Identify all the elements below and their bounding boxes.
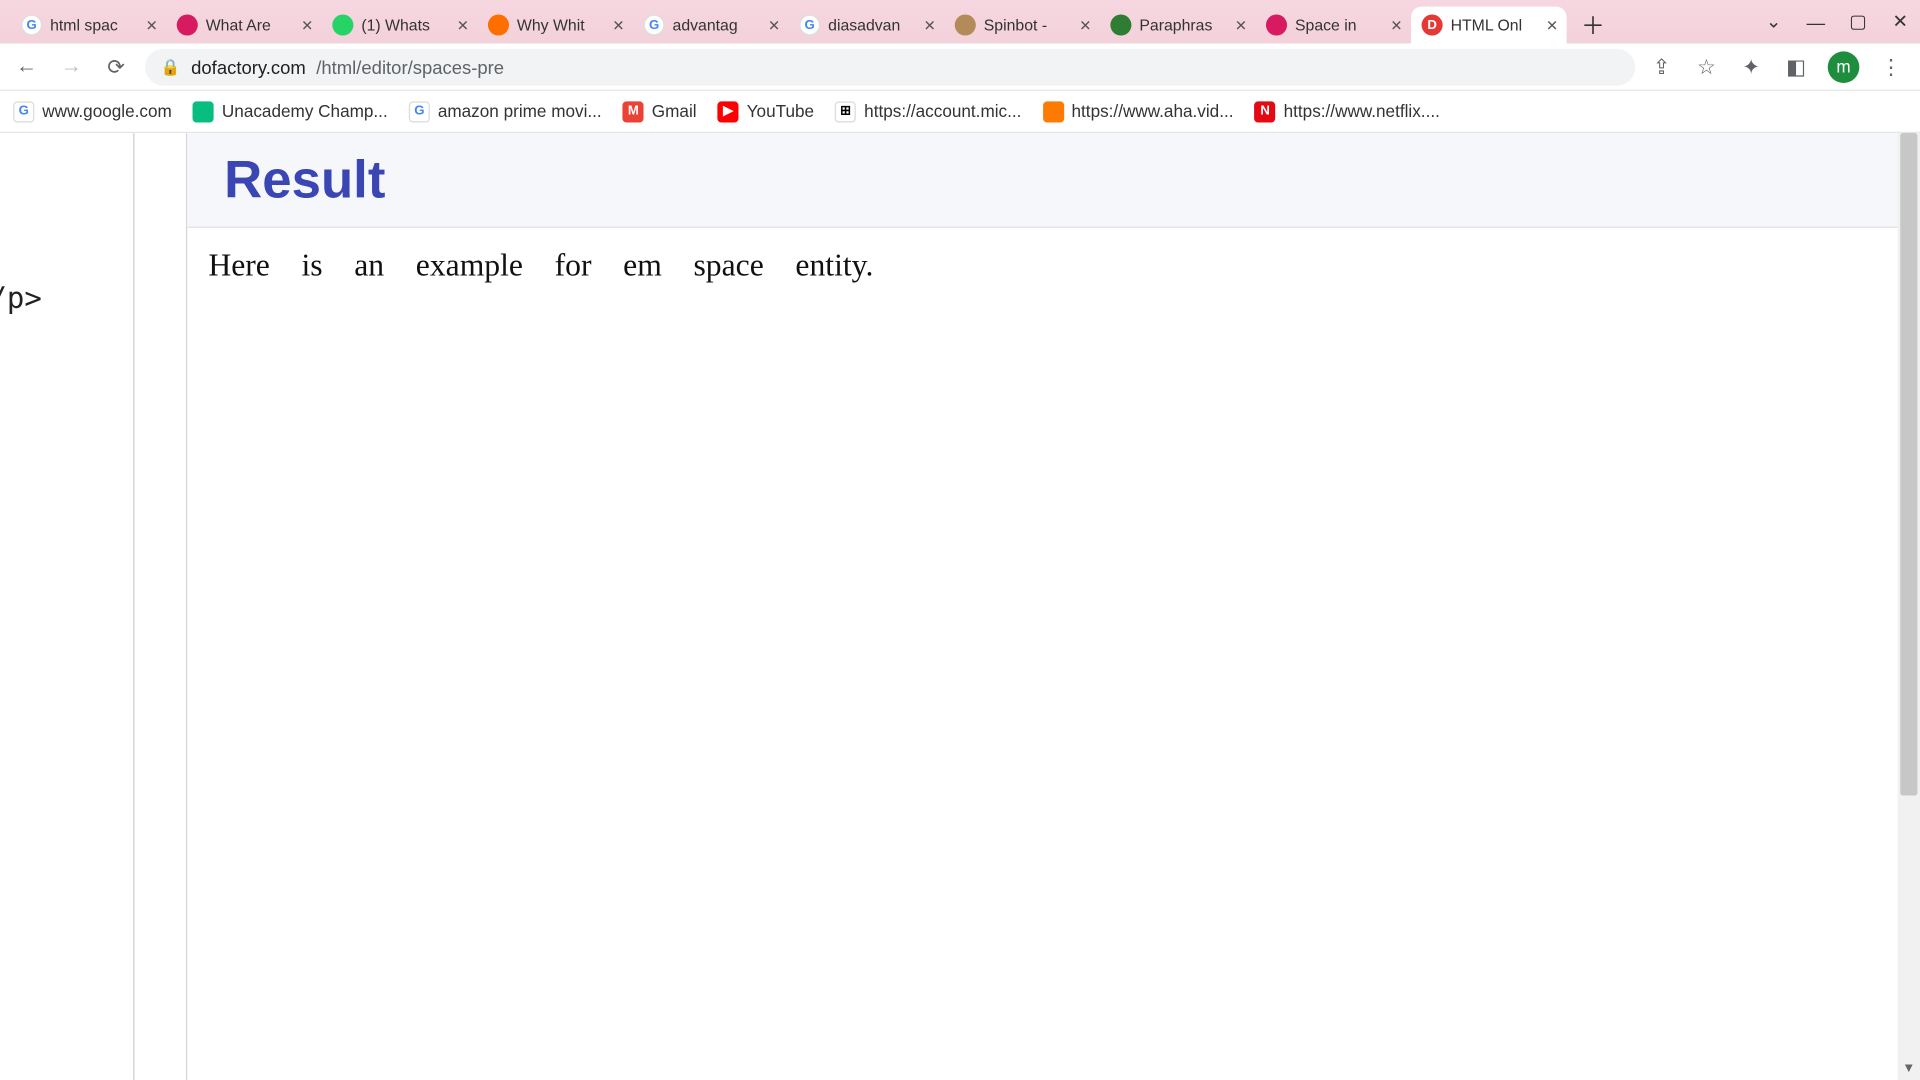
- bookmark-label: https://account.mic...: [864, 101, 1021, 121]
- bookmark-amazon-prime[interactable]: Gamazon prime movi...: [409, 101, 602, 122]
- result-header-wrap: Result: [187, 133, 1920, 228]
- new-tab-button[interactable]: ＋: [1575, 7, 1612, 44]
- tab-title: html spac: [50, 16, 140, 34]
- tab-1[interactable]: What Are ✕: [166, 7, 322, 44]
- scroll-down-icon[interactable]: ▼: [1898, 1058, 1920, 1080]
- lock-icon: 🔒: [161, 57, 181, 75]
- tab-title: Paraphras: [1139, 16, 1229, 34]
- bookmark-label: YouTube: [747, 101, 814, 121]
- back-button[interactable]: ←: [11, 51, 43, 83]
- bookmark-label: amazon prime movi...: [438, 101, 602, 121]
- bookmark-label: https://www.netflix....: [1284, 101, 1440, 121]
- bookmark-label: www.google.com: [42, 101, 172, 121]
- bookmark-label: Gmail: [652, 101, 697, 121]
- page-content: /p> Result Here is an example for em spa…: [0, 133, 1920, 1080]
- tab-close-icon[interactable]: ✕: [1232, 16, 1250, 34]
- editor-pane[interactable]: /p>: [0, 133, 133, 1080]
- browser-toolbar: ← → ⟳ 🔒 dofactory.com/html/editor/spaces…: [0, 43, 1920, 90]
- tab-8[interactable]: Space in ✕: [1255, 7, 1411, 44]
- code-fragment: /p>: [0, 283, 42, 316]
- favicon: G: [799, 14, 820, 35]
- bookmark-aha[interactable]: https://www.aha.vid...: [1042, 101, 1233, 122]
- bookmark-gmail[interactable]: MGmail: [623, 101, 697, 122]
- url-path: /html/editor/spaces-pre: [316, 56, 504, 77]
- result-sentence: Here is an example for em space entity.: [208, 249, 873, 283]
- tab-6[interactable]: Spinbot - ✕: [944, 7, 1100, 44]
- bookmarks-bar: Gwww.google.com Unacademy Champ... Gamaz…: [0, 91, 1920, 133]
- forward-button[interactable]: →: [55, 51, 87, 83]
- bookmark-netflix[interactable]: Nhttps://www.netflix....: [1255, 101, 1440, 122]
- bookmark-label: https://www.aha.vid...: [1072, 101, 1234, 121]
- profile-avatar[interactable]: m: [1828, 51, 1860, 83]
- extensions-icon[interactable]: ✦: [1738, 53, 1764, 79]
- bookmark-google[interactable]: Gwww.google.com: [13, 101, 172, 122]
- address-bar[interactable]: 🔒 dofactory.com/html/editor/spaces-pre: [145, 48, 1635, 85]
- menu-icon[interactable]: ⋮: [1878, 53, 1904, 79]
- bookmark-account-mic[interactable]: ⊞https://account.mic...: [835, 101, 1021, 122]
- tab-title: diasadvan: [828, 16, 918, 34]
- tab-close-icon[interactable]: ✕: [298, 16, 316, 34]
- window-close-icon[interactable]: ✕: [1888, 10, 1912, 34]
- tab-9-active[interactable]: D HTML Onl ✕: [1411, 7, 1567, 44]
- bookmark-unacademy[interactable]: Unacademy Champ...: [193, 101, 388, 122]
- tab-close-icon[interactable]: ✕: [1076, 16, 1094, 34]
- tab-title: advantag: [673, 16, 763, 34]
- tabs-dropdown-icon[interactable]: ⌄: [1762, 10, 1786, 34]
- favicon: G: [644, 14, 665, 35]
- tab-close-icon[interactable]: ✕: [142, 16, 160, 34]
- share-icon[interactable]: ⇪: [1648, 53, 1674, 79]
- tab-close-icon[interactable]: ✕: [1543, 16, 1561, 34]
- star-icon[interactable]: ☆: [1693, 53, 1719, 79]
- favicon: [488, 14, 509, 35]
- tab-title: What Are: [206, 16, 296, 34]
- result-pane: Result Here is an example for em space e…: [186, 133, 1920, 1080]
- favicon: [1266, 14, 1287, 35]
- url-host: dofactory.com: [191, 56, 306, 77]
- window-maximize-icon[interactable]: ▢: [1846, 10, 1870, 34]
- tab-close-icon[interactable]: ✕: [765, 16, 783, 34]
- tab-title: (1) Whats: [361, 16, 451, 34]
- bookmark-label: Unacademy Champ...: [222, 101, 388, 121]
- tab-5[interactable]: G diasadvan ✕: [789, 7, 945, 44]
- result-body: Here is an example for em space entity.: [187, 228, 1920, 306]
- favicon: G: [21, 14, 42, 35]
- favicon: [955, 14, 976, 35]
- bookmark-youtube[interactable]: ▶YouTube: [718, 101, 814, 122]
- window-minimize-icon[interactable]: —: [1804, 10, 1828, 34]
- vertical-scrollbar[interactable]: ▲ ▼: [1898, 133, 1920, 1080]
- tab-title: Spinbot -: [984, 16, 1074, 34]
- favicon: [332, 14, 353, 35]
- tab-close-icon[interactable]: ✕: [1387, 16, 1405, 34]
- scroll-thumb[interactable]: [1900, 133, 1917, 796]
- favicon: [1110, 14, 1131, 35]
- tab-close-icon[interactable]: ✕: [454, 16, 472, 34]
- tab-2[interactable]: (1) Whats ✕: [322, 7, 478, 44]
- tab-title: Why Whit: [517, 16, 607, 34]
- tab-close-icon[interactable]: ✕: [609, 16, 627, 34]
- sidepanel-icon[interactable]: ◧: [1783, 53, 1809, 79]
- tab-7[interactable]: Paraphras ✕: [1100, 7, 1256, 44]
- favicon: D: [1422, 14, 1443, 35]
- tab-4[interactable]: G advantag ✕: [633, 7, 789, 44]
- tab-3[interactable]: Why Whit ✕: [477, 7, 633, 44]
- tab-title: Space in: [1295, 16, 1385, 34]
- tab-0[interactable]: G html spac ✕: [11, 7, 167, 44]
- browser-tabstrip: G html spac ✕ What Are ✕ (1) Whats ✕ Why…: [0, 0, 1920, 43]
- tab-title: HTML Onl: [1451, 16, 1541, 34]
- reload-button[interactable]: ⟳: [100, 51, 132, 83]
- pane-divider[interactable]: [133, 133, 186, 1080]
- result-heading: Result: [224, 151, 1920, 210]
- editor-gutter: [0, 133, 133, 249]
- tab-close-icon[interactable]: ✕: [920, 16, 938, 34]
- favicon: [177, 14, 198, 35]
